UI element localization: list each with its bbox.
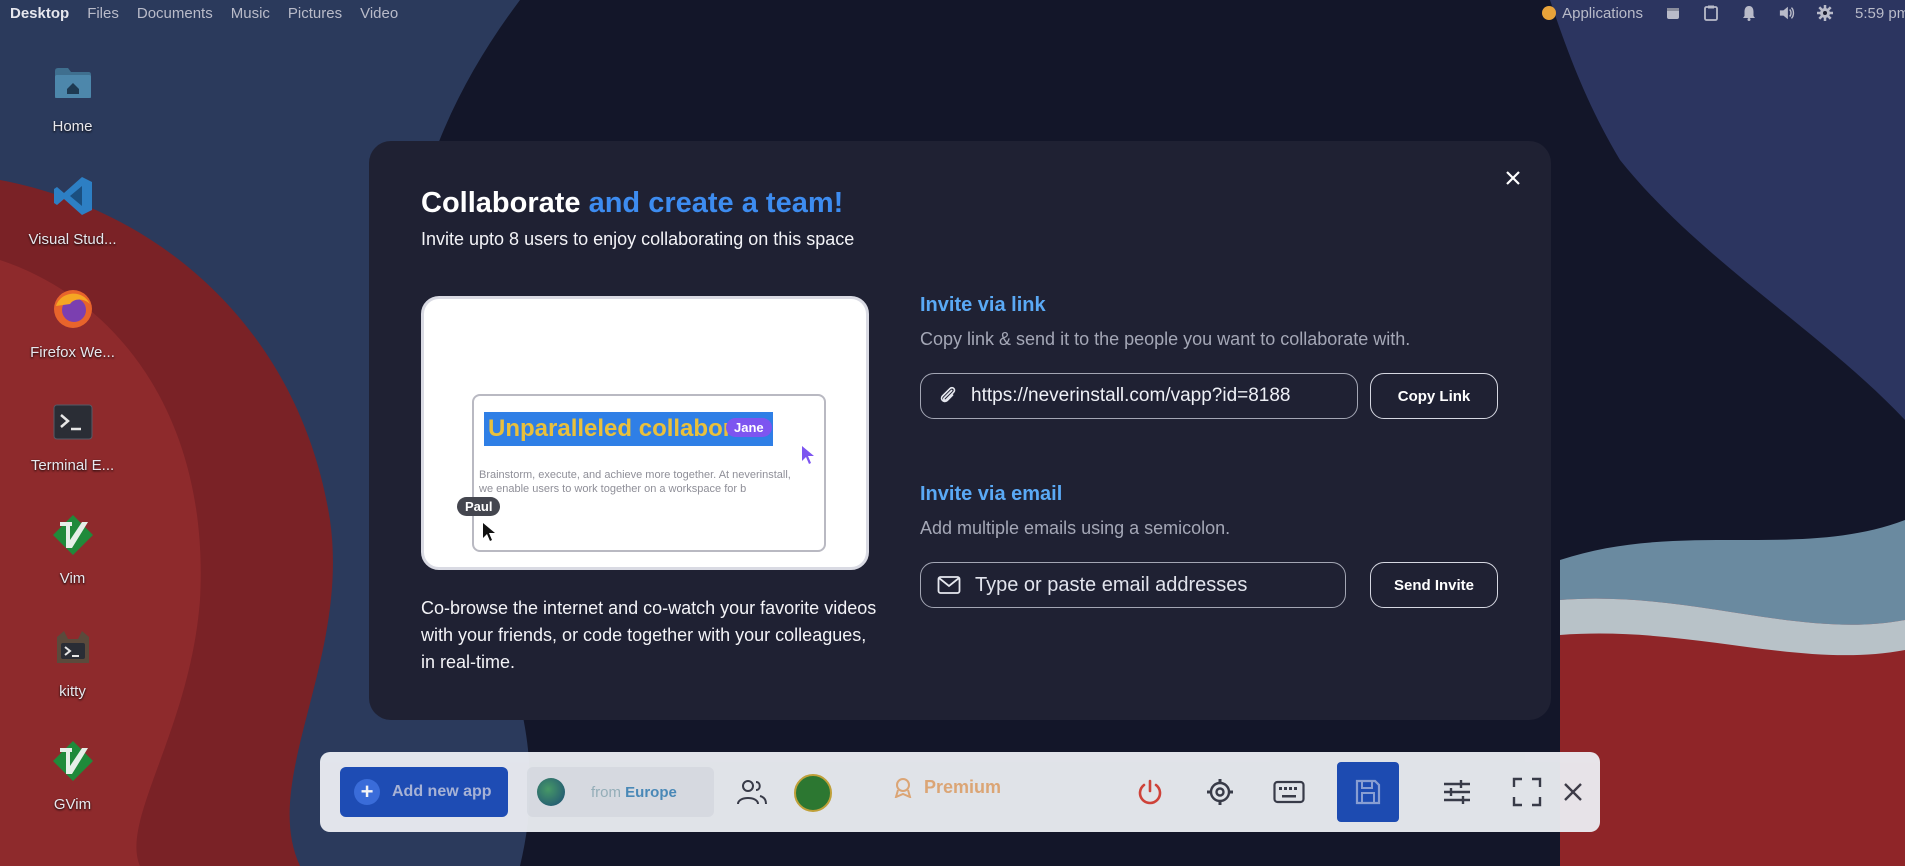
- desktop-icon-label: Visual Stud...: [28, 231, 117, 248]
- send-invite-button[interactable]: Send Invite: [1370, 562, 1498, 608]
- desktop-icon-label: kitty: [59, 683, 86, 700]
- desktop-icon-label: GVim: [53, 796, 92, 813]
- menu-video[interactable]: Video: [360, 5, 398, 22]
- avatar[interactable]: [794, 774, 832, 812]
- fullscreen-icon[interactable]: [1509, 774, 1545, 810]
- desktop-icon-label: Vim: [59, 570, 86, 587]
- region-name: Europe: [625, 783, 677, 801]
- bottom-dock: + Add new app from Europe Premium: [320, 752, 1600, 832]
- top-panel: Desktop Files Documents Music Pictures V…: [0, 0, 1905, 26]
- notification-bell-icon[interactable]: [1741, 5, 1757, 21]
- desktop-icon-label: Terminal E...: [30, 457, 115, 474]
- collaboration-preview-image: Unparalleled collaborat Brainstorm, exec…: [421, 296, 869, 570]
- home-folder-icon: [48, 58, 98, 108]
- region-prefix: from: [591, 783, 621, 801]
- invite-link-field[interactable]: https://neverinstall.com/vapp?id=8188: [920, 373, 1358, 419]
- menu-music[interactable]: Music: [231, 5, 270, 22]
- applications-icon: [1542, 6, 1557, 20]
- applications-label: Applications: [1562, 4, 1643, 22]
- calendar-icon[interactable]: [1665, 5, 1681, 21]
- places-menu: Desktop Files Documents Music Pictures V…: [0, 5, 398, 22]
- globe-icon: [537, 778, 565, 806]
- copy-link-button[interactable]: Copy Link: [1370, 373, 1498, 419]
- terminal-icon: [48, 397, 98, 447]
- menu-files[interactable]: Files: [87, 5, 119, 22]
- clipboard-icon[interactable]: [1703, 5, 1719, 21]
- email-input[interactable]: [973, 572, 1277, 598]
- desktop-icon-vscode[interactable]: Visual Stud...: [0, 163, 145, 276]
- email-input-field[interactable]: [920, 562, 1346, 608]
- firefox-icon: [48, 284, 98, 334]
- save-button[interactable]: [1337, 762, 1399, 822]
- desktop-icon-label: Home: [52, 118, 93, 135]
- users-icon[interactable]: [734, 774, 770, 810]
- desktop-icon-firefox[interactable]: Firefox We...: [0, 276, 145, 389]
- desktop-icon-label: Firefox We...: [30, 344, 115, 361]
- desktop-icon-terminal[interactable]: Terminal E...: [0, 389, 145, 502]
- paperclip-icon: [940, 386, 956, 403]
- close-dock-icon[interactable]: [1555, 774, 1591, 810]
- invite-link-subtitle: Copy link & send it to the people you wa…: [920, 329, 1411, 349]
- kitty-icon: [48, 623, 98, 673]
- mail-icon: [937, 576, 961, 594]
- settings-gear-icon[interactable]: [1817, 5, 1833, 21]
- modal-subtitle: Invite upto 8 users to enjoy collaborati…: [421, 229, 855, 249]
- plus-icon: +: [354, 779, 380, 805]
- invite-email-subtitle: Add multiple emails using a semicolon.: [920, 518, 1231, 538]
- applications-menu[interactable]: Applications: [1542, 5, 1643, 22]
- vscode-icon: [48, 171, 98, 221]
- system-tray: Applications 5:59 pm: [1542, 0, 1905, 26]
- close-icon[interactable]: [1501, 166, 1525, 190]
- preview-card: Unparalleled collaborat Brainstorm, exec…: [472, 394, 826, 552]
- user-tag-jane: Jane: [726, 418, 772, 437]
- desktop-icon-home[interactable]: Home: [0, 50, 145, 163]
- premium-badge[interactable]: Premium: [892, 776, 1001, 798]
- power-icon[interactable]: [1132, 774, 1168, 810]
- desktop-icon-gvim[interactable]: GVim: [0, 728, 145, 841]
- title-accent: and create a team!: [588, 187, 844, 219]
- save-icon: [1355, 779, 1381, 805]
- vim-icon: [48, 510, 98, 560]
- desktop-icon-vim[interactable]: Vim: [0, 502, 145, 615]
- volume-icon[interactable]: [1779, 5, 1795, 21]
- invite-link-url: https://neverinstall.com/vapp?id=8188: [971, 385, 1291, 406]
- user-tag-paul: Paul: [457, 497, 501, 516]
- menu-documents[interactable]: Documents: [137, 5, 213, 22]
- cursor-icon: [802, 446, 814, 464]
- add-new-app-button[interactable]: + Add new app: [340, 767, 508, 817]
- invite-link-title: Invite via link: [920, 294, 1046, 316]
- preview-body: Brainstorm, execute, and achieve more to…: [479, 469, 791, 495]
- collaboration-description: Co-browse the internet and co-watch your…: [421, 598, 877, 672]
- desktop-icons: Home Visual Stud... Firefox We... Termin…: [0, 50, 145, 841]
- cursor-icon: [483, 523, 495, 541]
- collaborate-modal: Collaborate and create a team! Invite up…: [369, 141, 1551, 720]
- premium-badge-icon: [894, 778, 912, 798]
- region-label: from Europe: [591, 784, 677, 801]
- settings-icon[interactable]: [1202, 774, 1238, 810]
- clock[interactable]: 5:59 pm: [1855, 5, 1905, 22]
- menu-pictures[interactable]: Pictures: [288, 5, 342, 22]
- sliders-icon[interactable]: [1439, 774, 1475, 810]
- invite-email-title: Invite via email: [920, 483, 1063, 505]
- premium-label: Premium: [924, 776, 1002, 797]
- title-main: Collaborate: [421, 187, 581, 219]
- region-selector[interactable]: from Europe: [527, 767, 714, 817]
- modal-title: Collaborate and create a team!: [421, 187, 843, 220]
- menu-desktop[interactable]: Desktop: [10, 5, 69, 22]
- desktop-icon-kitty[interactable]: kitty: [0, 615, 145, 728]
- add-app-label: Add new app: [392, 783, 492, 800]
- gvim-icon: [48, 736, 98, 786]
- keyboard-icon[interactable]: [1271, 774, 1307, 810]
